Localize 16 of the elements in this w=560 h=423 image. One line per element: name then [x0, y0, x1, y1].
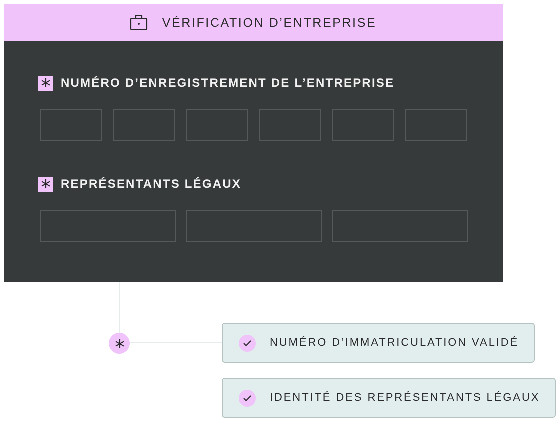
card-title: VÉRIFICATION D’ENTREPRISE: [162, 16, 377, 30]
input-field[interactable]: [40, 109, 102, 141]
input-field[interactable]: [332, 109, 394, 141]
result-badge: IDENTITÉ DES REPRÉSENTANTS LÉGAUX: [222, 378, 556, 418]
input-field[interactable]: [332, 210, 468, 242]
asterisk-icon: [114, 338, 124, 348]
input-field[interactable]: [186, 109, 248, 141]
input-field[interactable]: [405, 109, 467, 141]
field-label: NUMÉRO D’ENREGISTREMENT DE L’ENTREPRISE: [61, 76, 395, 90]
input-field[interactable]: [40, 210, 176, 242]
result-badge: NUMÉRO D’IMMATRICULATION VALIDÉ: [222, 323, 536, 363]
input-field[interactable]: [186, 210, 322, 242]
input-field[interactable]: [259, 109, 321, 141]
briefcase-icon: [130, 14, 148, 30]
input-field[interactable]: [113, 109, 175, 141]
field-label: REPRÉSENTANTS LÉGAUX: [61, 177, 242, 191]
